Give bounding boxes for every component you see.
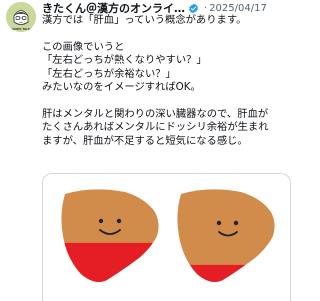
author-avatar[interactable]: KAMPO TALKS (6, 2, 36, 32)
verified-badge-icon (188, 3, 199, 14)
tweet-line: この画像でいうと (42, 40, 125, 53)
tweet-line: 「左右どっちが余裕ない？」 (42, 67, 176, 80)
tweet-line: ますが、肝血が不足すると短気になる感じ。 (42, 134, 248, 147)
tweet-line: 「左右どっちが熱くなりやすい？」 (42, 54, 207, 67)
avatar-caption: KAMPO TALKS (10, 27, 32, 31)
tweet-line: みたいなのをイメージすればOK。 (42, 81, 201, 94)
tweet-line: たくさんあればメンタルにドッシリ余裕が生まれ (42, 121, 269, 134)
liver-illustration (61, 189, 275, 282)
avatar-character-icon: KAMPO TALKS (6, 2, 36, 32)
tweet-line: 肝はメンタルと関わりの深い臓器なので、肝血が (42, 107, 269, 120)
tweet-image[interactable] (42, 173, 291, 301)
tweet-text: 漢方では「肝血」っていう概念があります。 この画像でいうと 「左右どっちが熱くな… (42, 14, 298, 148)
tweet-date[interactable]: 2025/04/17 (209, 3, 267, 14)
tweet-line: 漢方では「肝血」っていう概念があります。 (42, 14, 247, 26)
meta-separator: · (204, 2, 208, 14)
